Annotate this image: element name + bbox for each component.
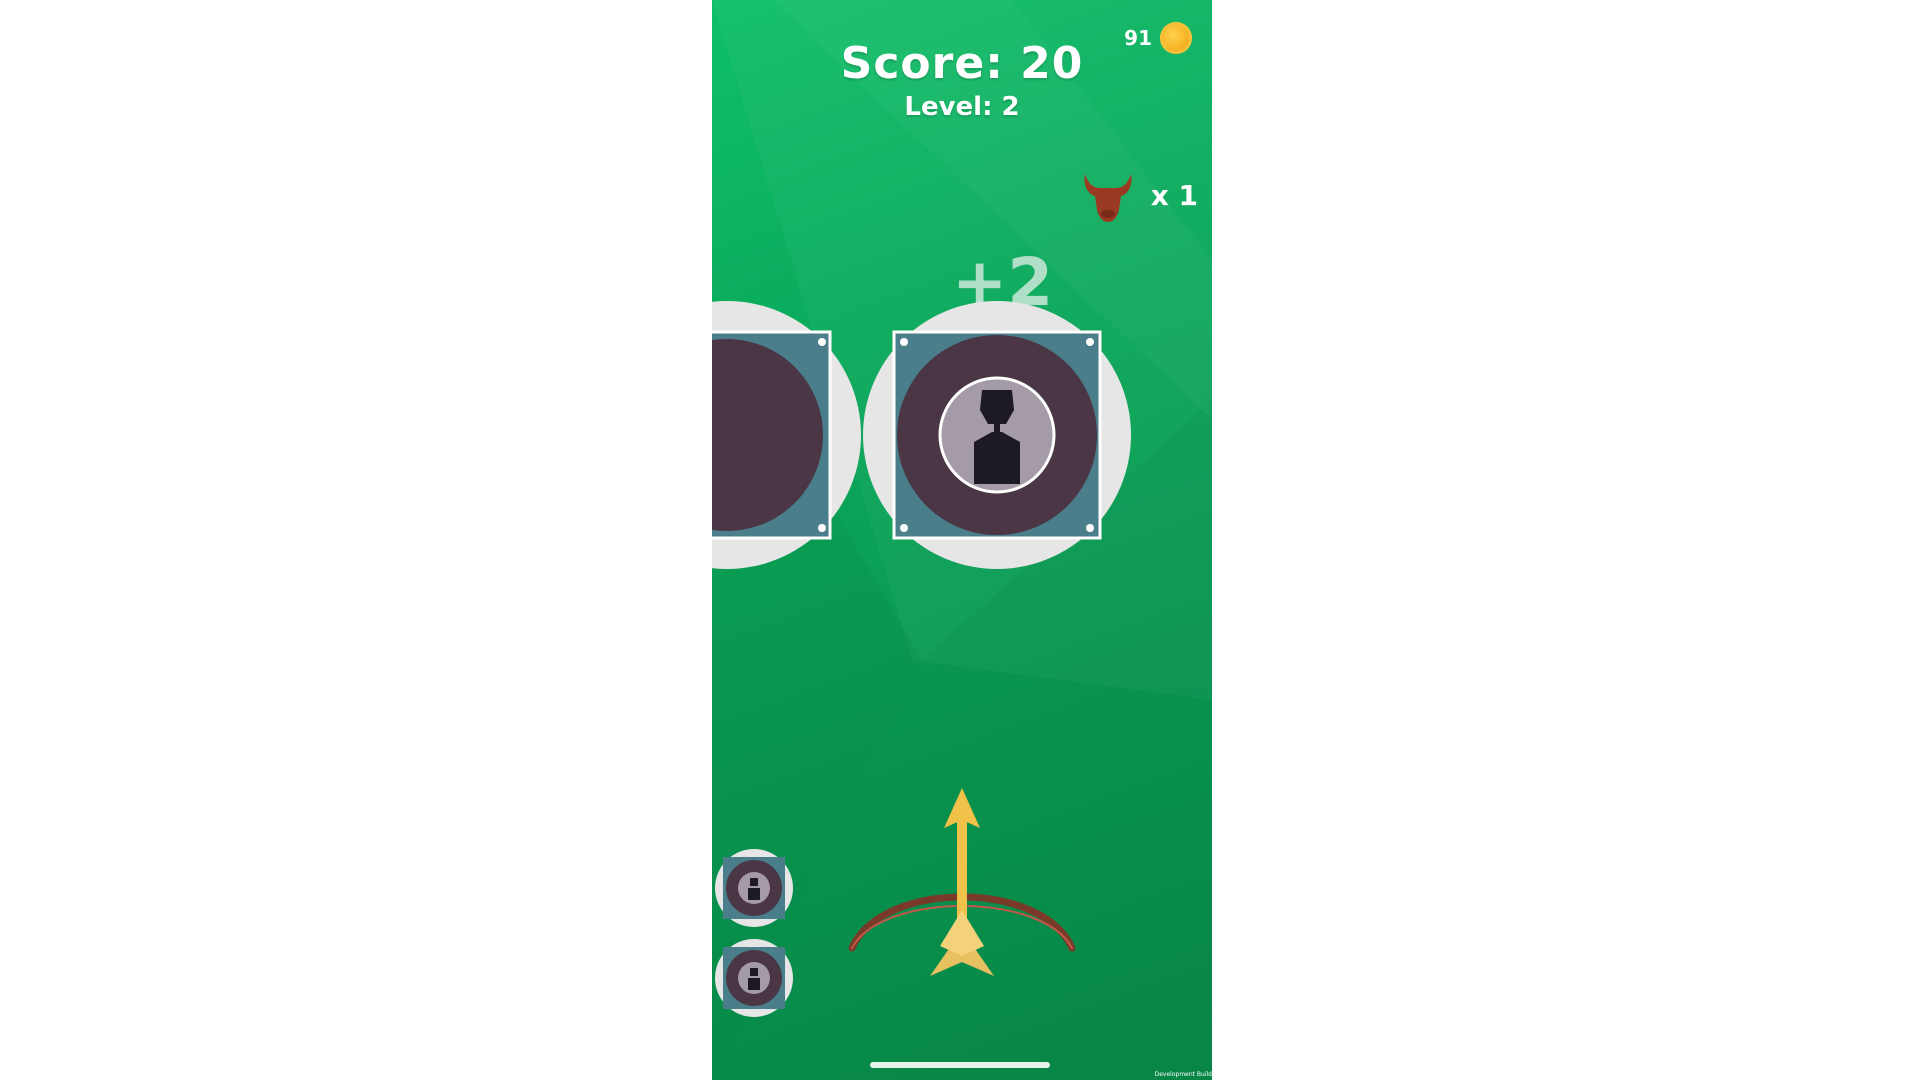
remaining-target-slot-1 [715, 849, 793, 927]
target-main[interactable] [862, 300, 1132, 570]
coin-icon [1160, 22, 1192, 54]
target-left-partial[interactable] [712, 300, 862, 570]
coin-counter: 91 [1124, 22, 1192, 54]
game-screen[interactable]: Score: 20 Level: 2 91 x 1 +2 Development… [712, 0, 1212, 1080]
bow-and-arrow-icon[interactable] [842, 780, 1082, 1000]
coin-count: 91 [1124, 26, 1152, 50]
remaining-target-slot-2 [715, 939, 793, 1017]
bull-head-icon [1084, 174, 1132, 222]
development-build-label: Development Build [1154, 1071, 1212, 1078]
bull-powerup[interactable]: x 1 [1079, 166, 1198, 224]
level-label: Level: 2 [904, 92, 1020, 122]
home-indicator[interactable] [870, 1062, 1050, 1068]
bull-multiplier: x 1 [1150, 178, 1198, 212]
